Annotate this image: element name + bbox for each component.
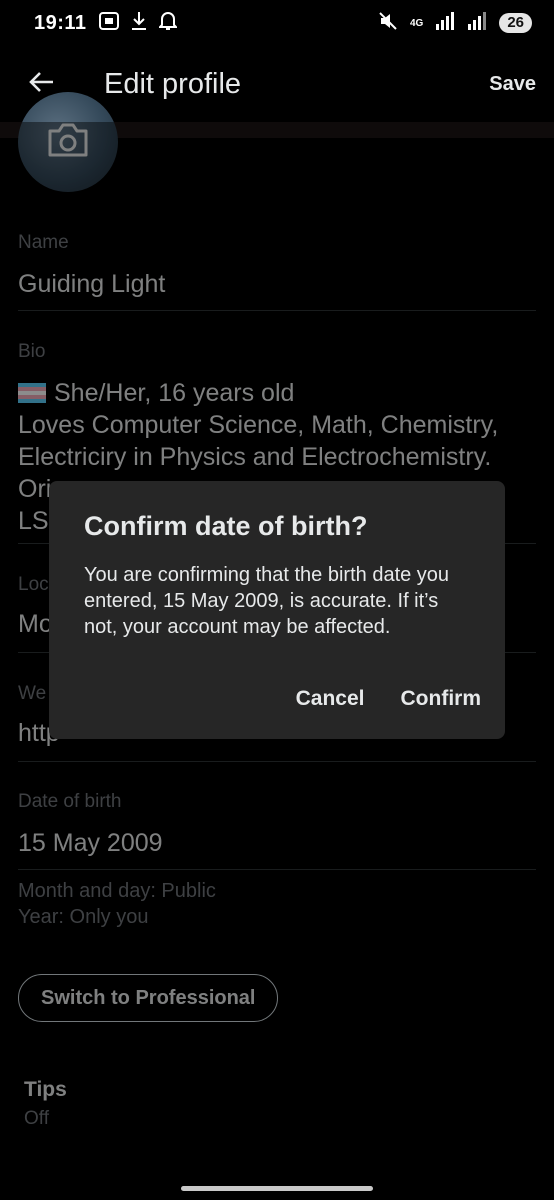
mute-icon	[378, 11, 398, 36]
confirm-dialog: Confirm date of birth? You are confirmin…	[49, 481, 505, 739]
status-time: 19:11	[34, 11, 87, 34]
status-bar-right: 4G 26	[378, 11, 532, 36]
status-bar-left: 19:11	[34, 11, 178, 36]
download-icon	[131, 11, 147, 36]
page-title: Edit profile	[104, 67, 242, 100]
signal-icon	[467, 11, 487, 35]
arrow-left-icon	[28, 71, 54, 98]
signal-icon	[435, 11, 455, 35]
dialog-title: Confirm date of birth?	[84, 511, 368, 541]
network-label: 4G	[409, 17, 424, 29]
cancel-button[interactable]: Cancel	[296, 687, 365, 711]
status-bar: 19:11 4G 26	[0, 0, 554, 46]
screenshot-icon	[98, 11, 119, 35]
bell-icon	[157, 11, 178, 36]
home-indicator[interactable]	[181, 1186, 373, 1191]
dialog-actions: Cancel Confirm	[296, 687, 481, 711]
confirm-button[interactable]: Confirm	[401, 687, 482, 711]
save-button[interactable]: Save	[489, 73, 536, 96]
battery-icon: 26	[499, 13, 532, 33]
dialog-message: You are confirming that the birth date y…	[84, 564, 450, 638]
